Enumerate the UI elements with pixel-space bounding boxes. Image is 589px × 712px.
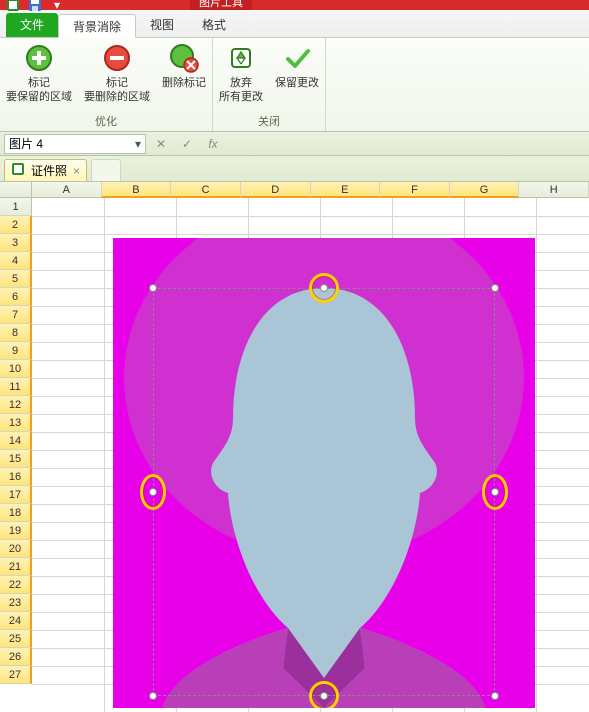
row-header-12[interactable]: 12 [0,396,32,414]
tab-view[interactable]: 视图 [136,13,188,37]
mark-remove-button[interactable]: 标记 要删除的区域 [84,42,150,104]
formula-bar: 图片 4 ▾ ✕ ✓ fx [0,132,589,156]
silhouette-preview [113,238,535,708]
delete-mark-label: 删除标记 [162,76,206,90]
column-header-G[interactable]: G [450,182,520,198]
row-header-26[interactable]: 26 [0,648,32,666]
group-title-close: 关闭 [258,111,280,129]
row-header-8[interactable]: 8 [0,324,32,342]
resize-handle-ne[interactable] [491,284,499,292]
qat-dropdown-icon[interactable]: ▾ [48,0,66,14]
app-icon[interactable] [4,0,22,14]
ribbon-group-optimize: 标记 要保留的区域 标记 要删除的区域 删除标记 优化 [0,38,213,131]
workbook-tab-active[interactable]: 证件照 × [4,159,87,181]
row-header-7[interactable]: 7 [0,306,32,324]
highlight-ring-right [482,474,508,510]
chevron-down-icon[interactable]: ▾ [135,137,141,151]
keep-changes-label: 保留更改 [275,76,319,90]
mark-keep-button[interactable]: 标记 要保留的区域 [6,42,72,104]
close-icon[interactable]: × [73,164,80,178]
column-header-E[interactable]: E [311,182,381,198]
tab-format[interactable]: 格式 [188,13,240,37]
row-header-19[interactable]: 19 [0,522,32,540]
row-header-4[interactable]: 4 [0,252,32,270]
resize-handle-nw[interactable] [149,284,157,292]
workbook-tab-icon [11,162,25,179]
discard-changes-label: 放弃 所有更改 [219,76,263,104]
row-header-23[interactable]: 23 [0,594,32,612]
highlight-ring-bottom [309,681,339,708]
row-header-20[interactable]: 20 [0,540,32,558]
column-header-B[interactable]: B [102,182,172,198]
row-header-6[interactable]: 6 [0,288,32,306]
column-header-H[interactable]: H [519,182,589,198]
column-headers: ABCDEFGH [32,182,589,198]
cancel-formula-icon[interactable]: ✕ [152,135,170,153]
save-icon[interactable] [26,0,44,14]
formula-input[interactable] [222,134,589,154]
grid-vline [104,198,105,712]
fx-icon[interactable]: fx [204,135,222,153]
row-header-15[interactable]: 15 [0,450,32,468]
quick-access-toolbar: ▾ [0,0,66,14]
row-header-27[interactable]: 27 [0,666,32,684]
row-header-13[interactable]: 13 [0,414,32,432]
tab-background-remove[interactable]: 背景消除 [58,14,136,38]
row-header-2[interactable]: 2 [0,216,32,234]
row-header-25[interactable]: 25 [0,630,32,648]
delete-mark-button[interactable]: 删除标记 [162,42,206,104]
row-header-1[interactable]: 1 [0,198,32,216]
highlight-ring-left [140,474,166,510]
workbook-tab-strip: 证件照 × [0,156,589,182]
discard-changes-button[interactable]: 放弃 所有更改 [219,42,263,104]
workbook-tab-new[interactable] [91,159,121,181]
row-header-3[interactable]: 3 [0,234,32,252]
row-header-9[interactable]: 9 [0,342,32,360]
ribbon-group-close: 放弃 所有更改 保留更改 关闭 [213,38,326,131]
title-bar: ▾ 图片工具 [0,0,589,10]
column-header-A[interactable]: A [32,182,102,198]
row-header-14[interactable]: 14 [0,432,32,450]
mark-keep-label: 标记 要保留的区域 [6,76,72,104]
row-header-5[interactable]: 5 [0,270,32,288]
keep-changes-button[interactable]: 保留更改 [275,42,319,104]
recycle-icon [225,42,257,74]
name-box[interactable]: 图片 4 ▾ [4,134,146,154]
mark-remove-label: 标记 要删除的区域 [84,76,150,104]
formula-buttons: ✕ ✓ fx [152,135,222,153]
row-header-11[interactable]: 11 [0,378,32,396]
row-header-22[interactable]: 22 [0,576,32,594]
row-header-10[interactable]: 10 [0,360,32,378]
grid-hline [32,234,589,235]
highlight-ring-top [309,273,339,303]
minus-circle-icon [101,42,133,74]
delete-mark-icon [168,42,200,74]
row-headers: 1234567891011121314151617181920212223242… [0,198,32,684]
row-header-18[interactable]: 18 [0,504,32,522]
column-header-C[interactable]: C [171,182,241,198]
row-header-24[interactable]: 24 [0,612,32,630]
resize-handle-sw[interactable] [149,692,157,700]
workbook-tab-label: 证件照 [31,162,67,179]
row-header-21[interactable]: 21 [0,558,32,576]
check-icon [281,42,313,74]
picture-object[interactable] [113,238,535,708]
ribbon-tabs: 文件 背景消除 视图 格式 [0,10,589,38]
select-all-corner[interactable] [0,182,32,198]
grid-hline [32,216,589,217]
row-header-17[interactable]: 17 [0,486,32,504]
column-header-D[interactable]: D [241,182,311,198]
name-box-value: 图片 4 [9,135,43,152]
group-title-optimize: 优化 [95,111,117,129]
column-header-F[interactable]: F [380,182,450,198]
context-tab-picture-tools[interactable]: 图片工具 [190,0,252,10]
tab-file[interactable]: 文件 [6,13,58,37]
resize-handle-se[interactable] [491,692,499,700]
grid-vline [536,198,537,712]
ribbon: 标记 要保留的区域 标记 要删除的区域 删除标记 优化 [0,38,589,132]
plus-circle-icon [23,42,55,74]
enter-formula-icon[interactable]: ✓ [178,135,196,153]
row-header-16[interactable]: 16 [0,468,32,486]
